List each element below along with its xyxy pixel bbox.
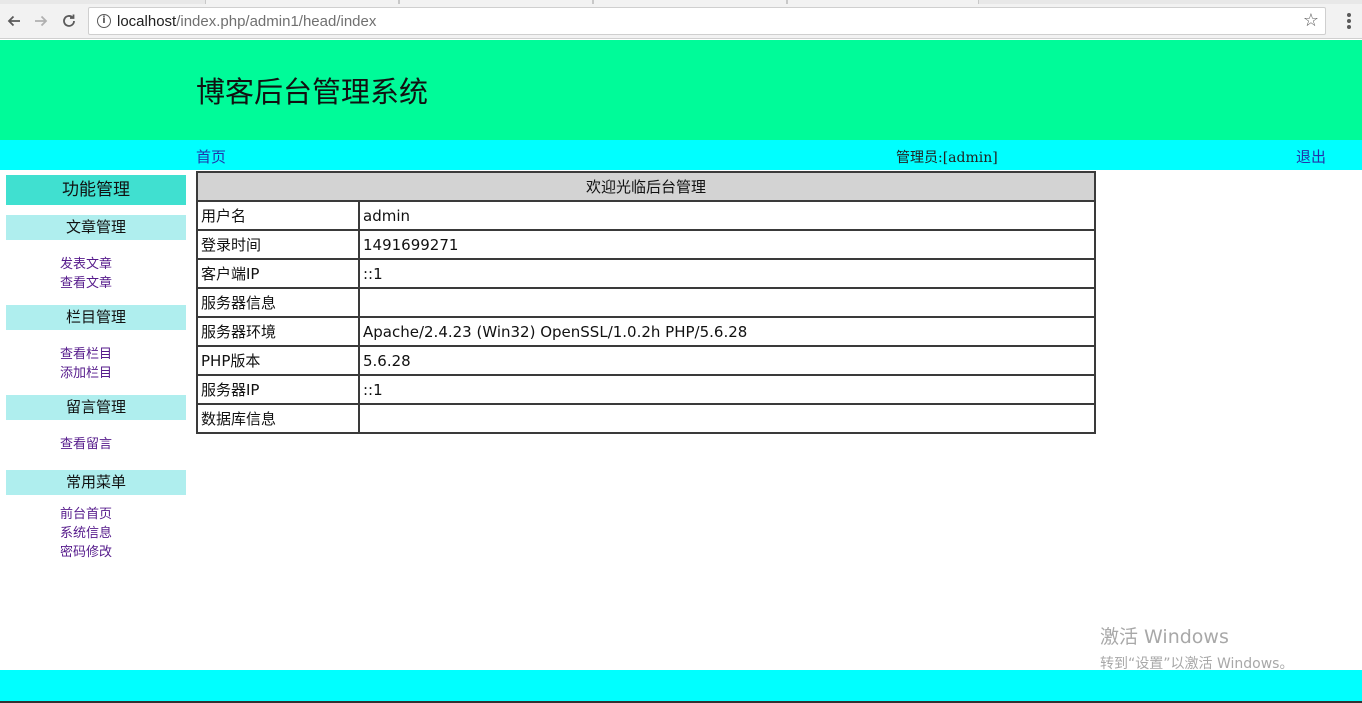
row-key: PHP版本 — [196, 345, 360, 376]
row-value: ::1 — [358, 374, 1096, 405]
address-bar[interactable]: i localhost/index.php/admin1/head/index … — [88, 7, 1326, 35]
row-key: 数据库信息 — [196, 403, 360, 434]
table-caption: 欢迎光临后台管理 — [196, 171, 1096, 202]
sidebar-link-view-articles[interactable]: 查看文章 — [60, 274, 112, 293]
row-value — [358, 403, 1096, 434]
row-value: ::1 — [358, 258, 1096, 289]
row-key: 服务器信息 — [196, 287, 360, 318]
watermark-title: 激活 Windows — [1100, 626, 1229, 648]
row-value: Apache/2.4.23 (Win32) OpenSSL/1.0.2h PHP… — [358, 316, 1096, 347]
row-value: 1491699271 — [358, 229, 1096, 260]
site-title: 博客后台管理系统 — [196, 75, 429, 109]
back-icon[interactable] — [3, 10, 25, 32]
home-link[interactable]: 首页 — [196, 146, 226, 167]
table-row: 服务器IP::1 — [196, 374, 1096, 405]
row-value — [358, 287, 1096, 318]
table-row: 登录时间 1491699271 — [196, 229, 1096, 260]
server-info-table: 欢迎光临后台管理 用户名 admin 登录时间 1491699271 客户端IP::… — [196, 171, 1096, 434]
row-key: 服务器IP — [196, 374, 360, 405]
forward-icon[interactable] — [30, 10, 52, 32]
sidebar-link-view-columns[interactable]: 查看栏目 — [60, 345, 112, 364]
table-row: PHP版本 5.6.28 — [196, 345, 1096, 376]
row-key: 客户端IP — [196, 258, 360, 289]
site-footer — [0, 670, 1362, 701]
admin-label: 管理员:[admin] — [896, 150, 998, 166]
site-header: 博客后台管理系统 — [0, 40, 1362, 140]
sidebar-group-columns[interactable]: 栏目管理 — [6, 305, 186, 330]
reload-icon[interactable] — [58, 10, 80, 32]
logout-link[interactable]: 退出 — [1296, 146, 1326, 167]
table-row: 服务器环境 Apache/2.4.23 (Win32) OpenSSL/1.0.2… — [196, 316, 1096, 347]
table-row: 服务器信息 — [196, 287, 1096, 318]
top-nav-bar: 首页 管理员:[admin] 退出 — [0, 140, 1362, 170]
sidebar-link-system-info[interactable]: 系统信息 — [60, 524, 112, 543]
row-key: 登录时间 — [196, 229, 360, 260]
sidebar-link-post-article[interactable]: 发表文章 — [60, 255, 112, 274]
page: 博客后台管理系统 首页 管理员:[admin] 退出 功能管理 文章管理 发表文… — [0, 40, 1362, 703]
sidebar-title: 功能管理 — [6, 175, 186, 205]
sidebar-link-view-messages[interactable]: 查看留言 — [60, 435, 112, 454]
info-icon[interactable]: i — [97, 14, 111, 28]
sidebar-group-common-menu[interactable]: 常用菜单 — [6, 470, 186, 495]
row-value: 5.6.28 — [358, 345, 1096, 376]
bookmark-star-icon[interactable]: ☆ — [1303, 11, 1319, 31]
url-host: localhost — [117, 13, 177, 30]
browser-toolbar: i localhost/index.php/admin1/head/index … — [0, 4, 1362, 39]
sidebar-link-change-password[interactable]: 密码修改 — [60, 543, 112, 562]
sidebar-link-add-column[interactable]: 添加栏目 — [60, 364, 112, 383]
row-key: 用户名 — [196, 200, 360, 231]
address-url[interactable]: localhost/index.php/admin1/head/index — [117, 13, 376, 30]
url-path: /index.php/admin1/head/index — [176, 13, 377, 30]
sidebar-group-messages[interactable]: 留言管理 — [6, 395, 186, 420]
sidebar-group-articles[interactable]: 文章管理 — [6, 215, 186, 240]
windows-activation-watermark: 激活 Windows 转到“设置”以激活 Windows。 — [1100, 622, 1293, 673]
browser-menu-icon[interactable] — [1346, 13, 1352, 31]
table-row: 用户名 admin — [196, 200, 1096, 231]
table-row: 数据库信息 — [196, 403, 1096, 434]
table-row: 客户端IP::1 — [196, 258, 1096, 289]
row-value: admin — [358, 200, 1096, 231]
sidebar-link-frontend-home[interactable]: 前台首页 — [60, 505, 112, 524]
table-header-row: 欢迎光临后台管理 — [196, 171, 1096, 202]
row-key: 服务器环境 — [196, 316, 360, 347]
